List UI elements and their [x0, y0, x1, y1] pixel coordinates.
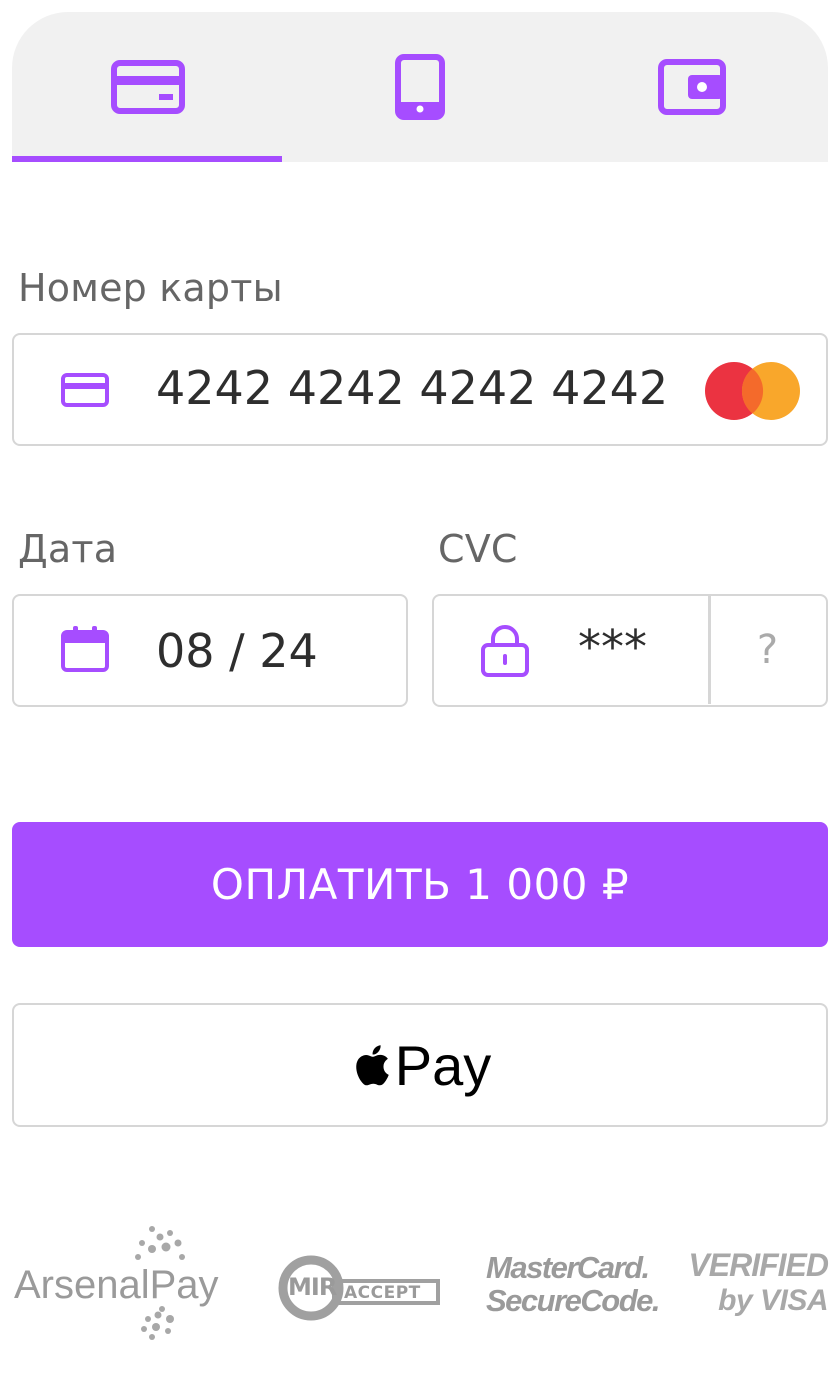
mastercard-icon	[705, 362, 800, 420]
wallet-icon	[658, 59, 726, 115]
apple-icon	[355, 1045, 389, 1086]
card-number-label: Номер карты	[18, 266, 283, 310]
mir-accept-text: ACCEPT	[344, 1283, 421, 1303]
credit-card-icon	[61, 373, 109, 407]
mastercard-securecode-line1: MasterCard.	[486, 1250, 650, 1285]
pay-button[interactable]: ОПЛАТИТЬ 1 000 ₽	[12, 822, 828, 947]
payment-method-tabs	[12, 12, 828, 162]
apple-pay-button[interactable]: Pay	[12, 1003, 828, 1127]
tab-card[interactable]	[12, 12, 284, 162]
verified-by-visa-logo: VERIFIED by VISA	[684, 1247, 829, 1331]
date-label: Дата	[18, 527, 118, 571]
mastercard-securecode-logo: MasterCard. SecureCode.	[486, 1250, 661, 1331]
cvc-field[interactable]: *** ?	[432, 594, 828, 707]
cvc-label: CVC	[438, 527, 518, 571]
card-number-input[interactable]: 4242 4242 4242 4242	[156, 361, 668, 415]
cvc-help-button[interactable]: ?	[710, 596, 825, 704]
smartphone-icon	[395, 54, 445, 120]
arsenalpay-logo: ArsenalPay	[14, 1215, 239, 1345]
mir-text: MIR	[288, 1273, 337, 1301]
tab-mobile[interactable]	[284, 12, 556, 162]
verified-text: VERIFIED	[688, 1247, 829, 1283]
mastercard-securecode-line2: SecureCode.	[486, 1283, 661, 1318]
tab-wallet[interactable]	[556, 12, 828, 162]
active-tab-indicator	[12, 156, 282, 162]
arsenalpay-text: ArsenalPay	[14, 1263, 219, 1307]
by-visa-text: by VISA	[718, 1284, 828, 1317]
card-number-field[interactable]: 4242 4242 4242 4242	[12, 333, 828, 446]
credit-card-icon	[111, 60, 185, 114]
apple-pay-label: Pay	[394, 1033, 492, 1097]
mir-accept-logo: MIR ACCEPT	[278, 1255, 440, 1321]
security-logos: ArsenalPay MIR ACCEPT MasterCard. Secure…	[0, 1215, 840, 1355]
date-field[interactable]: 08 / 24	[12, 594, 408, 707]
cvc-input[interactable]: ***	[578, 620, 647, 674]
calendar-icon	[61, 626, 109, 672]
expiry-date-input[interactable]: 08 / 24	[156, 624, 318, 678]
lock-icon	[481, 625, 529, 677]
